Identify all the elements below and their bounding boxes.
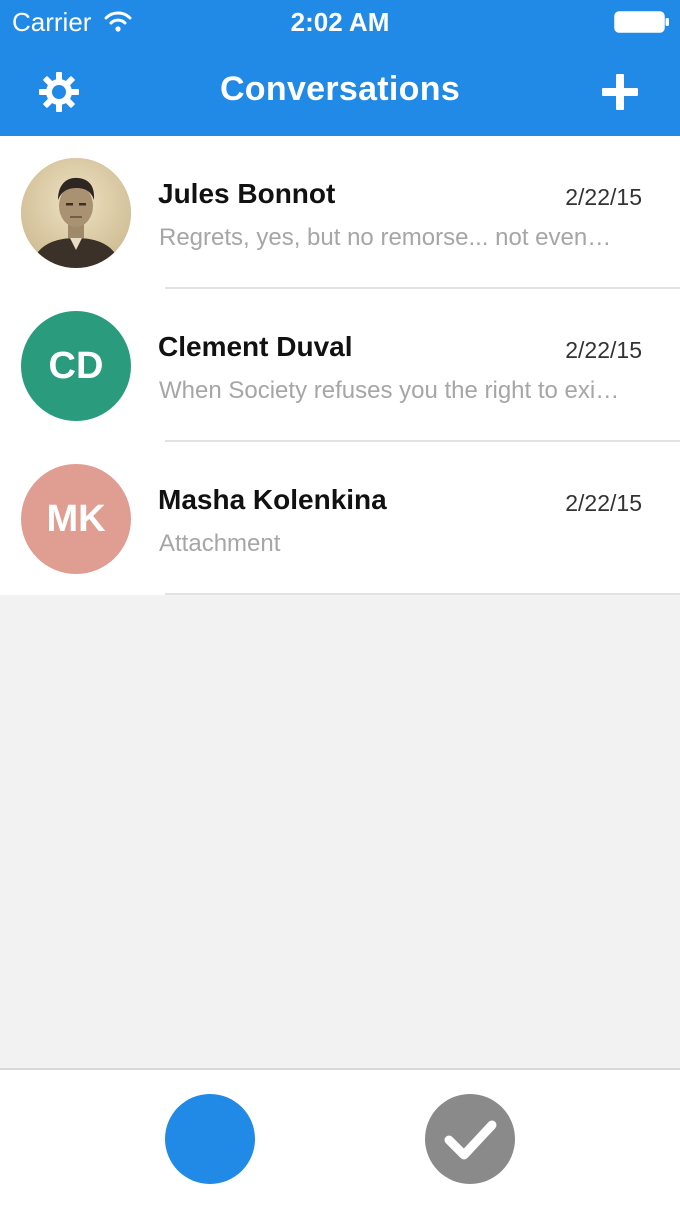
conversation-preview: When Society refuses you the right to ex…: [159, 377, 620, 404]
checkmark-icon: [444, 1120, 497, 1160]
conversation-row-clement-duval[interactable]: CD Clement Duval 2/22/15 When Society re…: [0, 289, 680, 442]
battery-icon: [614, 11, 669, 33]
avatar-initials: MK: [21, 464, 131, 574]
person-photo-icon: [21, 158, 131, 268]
conversation-row-masha-kolenkina[interactable]: MK Masha Kolenkina 2/22/15 Attachment: [0, 442, 680, 595]
status-bar: Carrier 2:02 AM: [0, 0, 680, 44]
tab-done[interactable]: [425, 1094, 515, 1184]
conversation-name: Masha Kolenkina: [158, 484, 387, 515]
tab-bar: [0, 1068, 680, 1211]
conversation-name: Clement Duval: [158, 331, 353, 362]
conversation-row-jules-bonnot[interactable]: Jules Bonnot 2/22/15 Regrets, yes, but n…: [0, 136, 680, 289]
conversation-preview: Regrets, yes, but no remorse... not even…: [159, 224, 612, 251]
conversation-date: 2/22/15: [565, 490, 642, 516]
conversation-list: Jules Bonnot 2/22/15 Regrets, yes, but n…: [0, 136, 680, 595]
page-title: Conversations: [219, 70, 461, 108]
conversation-preview: Attachment: [159, 530, 281, 557]
conversation-date: 2/22/15: [565, 184, 642, 210]
header: Carrier 2:02 AM Conversations: [0, 0, 680, 136]
avatar-photo: [21, 158, 131, 268]
avatar-initials: CD: [21, 311, 131, 421]
nav-bar: Conversations: [0, 44, 680, 136]
status-time: 2:02 AM: [290, 7, 390, 37]
conversation-name: Jules Bonnot: [158, 178, 336, 209]
row-divider: [165, 593, 680, 595]
tab-conversations[interactable]: [165, 1094, 255, 1184]
plus-icon[interactable]: [598, 70, 642, 114]
conversation-date: 2/22/15: [565, 337, 642, 363]
